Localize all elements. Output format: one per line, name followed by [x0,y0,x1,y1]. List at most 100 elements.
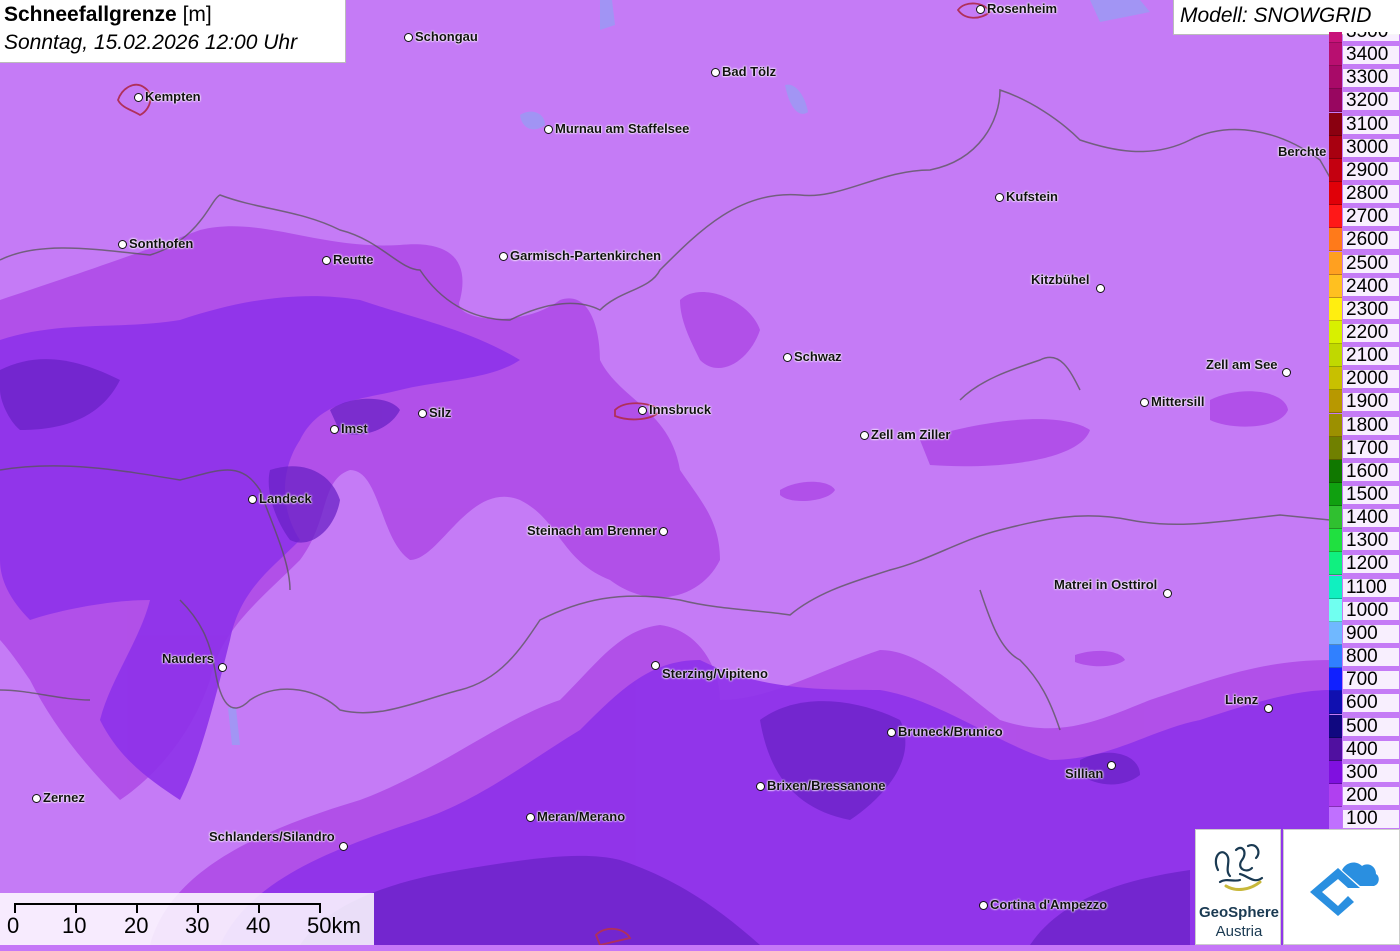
city-label: Schwaz [794,349,842,364]
legend-row: 2800 [1329,182,1400,205]
city-brixen[interactable]: Brixen/Bressanone [754,778,886,793]
city-schwaz[interactable]: Schwaz [781,349,842,364]
legend-label: 2000 [1343,369,1399,388]
legend-swatch [1329,576,1342,599]
legend-label: 2700 [1343,207,1399,226]
legend-swatch [1329,66,1342,89]
legend-swatch [1329,43,1342,66]
city-marker [418,409,427,419]
city-bruneck[interactable]: Bruneck/Brunico [885,724,1003,739]
city-marker [248,495,257,505]
city-silz[interactable]: Silz [416,405,451,420]
city-matrei[interactable]: Matrei in Osttirol [1054,577,1174,599]
legend-swatch [1329,252,1342,275]
city-marker [887,728,896,738]
legend-row: 400 [1329,738,1400,761]
city-label: Schlanders/Silandro [209,829,335,844]
legend-row: 3100 [1329,113,1400,136]
legend-label: 1100 [1343,578,1399,597]
geosphere-name: GeoSphere [1198,904,1280,921]
city-berchtesgaden[interactable]: Berchte [1278,144,1326,159]
legend-label: 3400 [1343,45,1399,64]
legend-swatch [1329,668,1342,691]
legend-row: 2200 [1329,321,1400,344]
legend-label: 1700 [1343,439,1399,458]
city-garmisch[interactable]: Garmisch-Partenkirchen [497,248,661,263]
city-steinach[interactable]: Steinach am Brenner [527,523,670,538]
map-title-text: Schneefallgrenze [4,3,177,26]
city-sillian[interactable]: Sillian [1065,757,1118,781]
legend-swatch [1329,136,1342,159]
city-reutte[interactable]: Reutte [320,252,373,267]
legend-row: 1400 [1329,506,1400,529]
city-meran[interactable]: Meran/Merano [524,809,625,824]
legend-row: 3500 [1329,32,1400,43]
legend-label: 700 [1343,670,1399,689]
city-zernez[interactable]: Zernez [30,790,85,805]
city-label: Lienz [1225,692,1259,707]
legend-row: 2300 [1329,298,1400,321]
geosphere-logo[interactable]: GeoSphere Austria [1195,829,1281,945]
legend-row: 2900 [1329,159,1400,182]
city-label: Cortina d'Ampezzo [990,897,1108,912]
legend-row: 300 [1329,761,1400,784]
city-label: Meran/Merano [537,809,626,824]
scale-line [14,903,320,905]
city-kitzbuehel[interactable]: Kitzbühel [1031,272,1107,294]
city-imst[interactable]: Imst [328,421,368,436]
legend-label: 3500 [1343,32,1399,41]
legend-label: 900 [1343,624,1399,643]
legend-label: 1300 [1343,531,1399,550]
map-canvas[interactable] [0,0,1400,945]
legend-row: 1100 [1329,576,1400,599]
city-kufstein[interactable]: Kufstein [993,189,1058,204]
city-landeck[interactable]: Landeck [246,491,312,506]
legend-row: 1700 [1329,437,1400,460]
legend-label: 3100 [1343,115,1399,134]
legend-label: 2800 [1343,184,1399,203]
city-label: Steinach am Brenner [527,523,658,538]
city-sonthofen[interactable]: Sonthofen [116,236,193,251]
city-label: Zernez [43,790,85,805]
legend-swatch [1329,344,1342,367]
city-rosenheim[interactable]: Rosenheim [974,1,1057,16]
city-sterzing[interactable]: Sterzing/Vipiteno [649,657,768,681]
city-label: Sonthofen [129,236,194,251]
city-label: Nauders [162,651,215,666]
city-label: Bad Tölz [722,64,777,79]
legend-swatch [1329,367,1342,390]
city-schlanders[interactable]: Schlanders/Silandro [209,829,350,852]
legend-row: 3300 [1329,66,1400,89]
legend-row: 1600 [1329,460,1400,483]
city-nauders[interactable]: Nauders [162,651,229,673]
city-label: Zell am See [1206,357,1278,372]
city-cortina[interactable]: Cortina d'Ampezzo [977,897,1107,912]
legend-label: 1200 [1343,554,1399,573]
city-zell-am-ziller[interactable]: Zell am Ziller [858,427,950,442]
city-marker [1140,398,1149,408]
city-marker [860,431,869,441]
scale-bar: 0 10 20 30 40 50km [0,893,374,945]
city-murnau[interactable]: Murnau am Staffelsee [542,121,689,136]
city-mittersill[interactable]: Mittersill [1138,394,1204,409]
city-kempten[interactable]: Kempten [132,89,201,104]
city-label: Schongau [415,29,478,44]
scale-label: 10 [62,913,87,938]
city-label: Imst [341,421,368,436]
city-innsbruck[interactable]: Innsbruck [636,402,711,417]
city-marker [756,782,765,792]
city-lienz[interactable]: Lienz [1225,692,1275,714]
scale-label: 40 [246,913,271,938]
legend-swatch [1329,483,1342,506]
legend-label: 3300 [1343,68,1399,87]
city-schongau[interactable]: Schongau [402,29,478,44]
legend-swatch [1329,32,1342,43]
legend-swatch [1329,205,1342,228]
city-bad-toelz[interactable]: Bad Tölz [709,64,776,79]
weather-app-logo[interactable] [1283,829,1400,945]
legend-swatch [1329,159,1342,182]
city-zell-am-see[interactable]: Zell am See [1206,357,1293,378]
legend-row: 2000 [1329,367,1400,390]
city-label: Silz [429,405,452,420]
city-marker [526,813,535,823]
